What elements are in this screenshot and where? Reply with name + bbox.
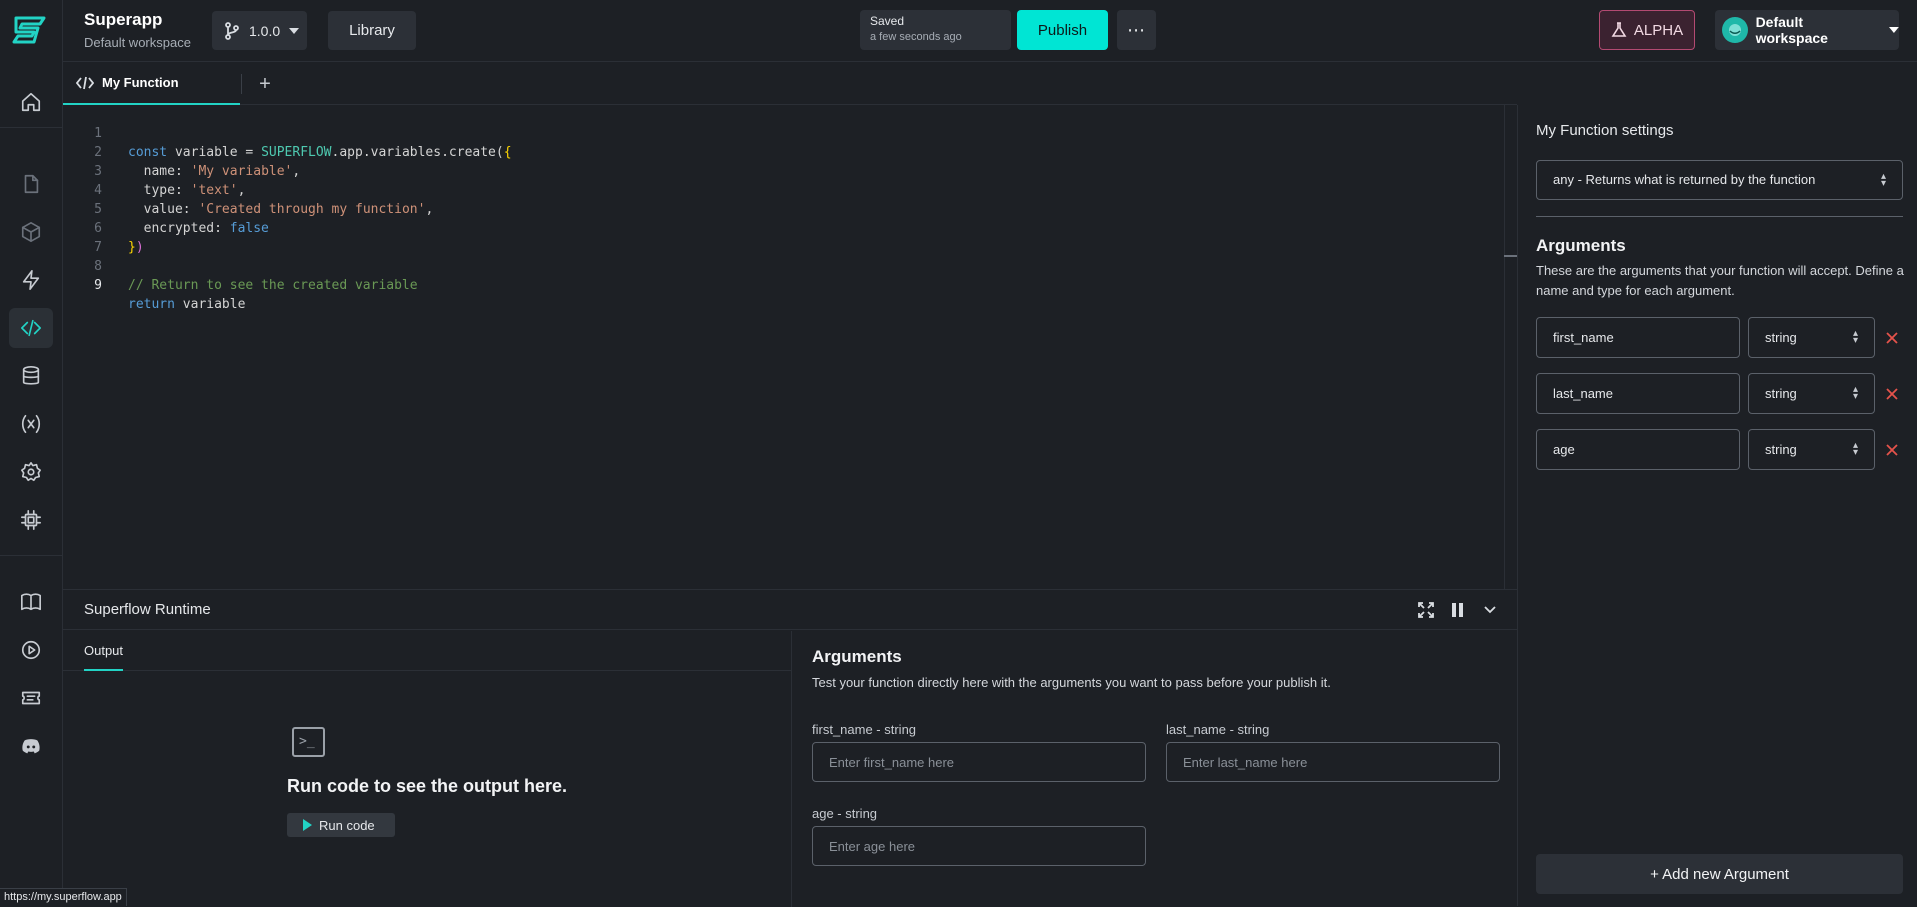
version-dropdown[interactable]: 1.0.0 [212, 11, 307, 50]
settings-title: My Function settings [1536, 122, 1674, 139]
workspace-avatar [1722, 17, 1748, 43]
code-line: 8 // Return to see the created variable [94, 259, 418, 293]
arguments-title: Arguments [1536, 236, 1626, 255]
chevron-down-icon[interactable] [1480, 600, 1500, 620]
version-label: 1.0.0 [249, 22, 281, 39]
function-settings-panel: My Function settings any - Returns what … [1517, 105, 1917, 906]
play-circle-icon[interactable] [9, 630, 53, 670]
flask-icon [1611, 22, 1627, 37]
alpha-badge-button[interactable]: ALPHA [1599, 10, 1695, 50]
argument-type-select[interactable]: string ▴ ▾ [1748, 317, 1875, 358]
argument-type-select[interactable]: string ▴ ▾ [1748, 429, 1875, 470]
code-line: 9 return variable [94, 278, 246, 312]
file-icon[interactable] [9, 164, 53, 204]
first-name-field-label: first_name - string [812, 722, 917, 737]
first-name-field[interactable] [812, 742, 1146, 782]
arguments-description: These are the arguments that your functi… [1536, 263, 1904, 298]
app-name: Superapp [84, 10, 163, 29]
tab-label: My Function [102, 75, 179, 90]
lightning-icon[interactable] [9, 260, 53, 300]
left-rail [0, 0, 63, 906]
caret-down-icon [1889, 27, 1899, 33]
book-icon[interactable] [9, 582, 53, 622]
tab-output[interactable]: Output [84, 631, 124, 671]
argument-type-select[interactable]: string ▴ ▾ [1748, 373, 1875, 414]
expand-icon[interactable] [1416, 600, 1436, 620]
last-name-field[interactable] [1166, 742, 1500, 782]
updown-chevron-icon: ▴ ▾ [1852, 328, 1858, 346]
age-field-label: age - string [812, 806, 878, 821]
code-line: 7 [94, 240, 102, 255]
more-options-button[interactable]: ⋯ [1117, 10, 1156, 50]
runtime-title: Superflow Runtime [84, 601, 211, 618]
app-workspace-subtitle: Default workspace [84, 35, 191, 50]
editor-scrollbar[interactable] [1504, 105, 1505, 589]
argument-name-input[interactable]: age [1536, 429, 1740, 470]
add-argument-button[interactable]: + Add new Argument [1536, 854, 1903, 894]
run-code-label: Run code [319, 817, 375, 833]
branch-icon [225, 21, 239, 40]
code-line: 6 }) [94, 221, 144, 255]
argument-type-value: string [1765, 386, 1797, 401]
updown-chevron-icon: ▴ ▾ [1880, 171, 1886, 189]
play-icon [303, 819, 312, 831]
database-icon[interactable] [9, 356, 53, 396]
gear-icon[interactable] [9, 452, 53, 492]
argument-type-value: string [1765, 330, 1797, 345]
code-line: 3 type: 'text', [94, 164, 246, 198]
code-line: 2 name: 'My variable', [94, 145, 301, 179]
output-pane: Output >_ Run code to see the output her… [63, 631, 792, 907]
updown-chevron-icon: ▴ ▾ [1852, 440, 1858, 458]
run-hint-text: Run code to see the output here. [287, 776, 568, 796]
runtime-panel: Superflow Runtime Output >_ Run code to … [63, 589, 1517, 907]
pause-icon[interactable] [1448, 600, 1468, 620]
test-arguments-title: Arguments [812, 647, 902, 666]
last-name-field-label: last_name - string [1166, 722, 1270, 737]
code-line: 4 value: 'Created through my function', [94, 183, 434, 217]
terminal-icon: >_ [292, 727, 325, 757]
save-status: Saved a few seconds ago [860, 10, 1011, 50]
updown-chevron-icon: ▴ ▾ [1852, 384, 1858, 402]
argument-name-input[interactable]: first_name [1536, 317, 1740, 358]
workspace-label: Default workspace [1755, 14, 1828, 46]
code-line: 1 const variable = SUPERFLOW.app.variabl… [94, 126, 512, 160]
editor-tab-bar: My Function + [63, 62, 1517, 105]
argument-name-input[interactable]: last_name [1536, 373, 1740, 414]
run-code-button[interactable]: Run code [287, 813, 395, 837]
library-button[interactable]: Library [328, 11, 416, 50]
delete-argument-icon[interactable] [1884, 386, 1900, 402]
add-tab-button[interactable]: + [253, 72, 277, 96]
code-icon [76, 76, 94, 89]
test-arguments-description: Test your function directly here with th… [812, 675, 1331, 690]
test-arguments-pane: Arguments Test your function directly he… [793, 631, 1517, 907]
publish-button[interactable]: Publish [1017, 10, 1108, 50]
argument-type-value: string [1765, 442, 1797, 457]
code-editor[interactable]: 1 const variable = SUPERFLOW.app.variabl… [63, 105, 1504, 589]
runtime-header: Superflow Runtime [63, 590, 1517, 630]
cube-icon[interactable] [9, 212, 53, 252]
save-status-title: Saved [870, 14, 905, 28]
return-type-select[interactable]: any - Returns what is returned by the fu… [1536, 160, 1903, 200]
superflow-logo-icon[interactable] [8, 10, 52, 50]
code-icon[interactable] [9, 308, 53, 348]
return-type-value: any - Returns what is returned by the fu… [1553, 172, 1816, 187]
variable-icon[interactable] [9, 404, 53, 444]
editor-scroll-marker [1504, 255, 1517, 257]
age-field[interactable] [812, 826, 1146, 866]
save-status-time: a few seconds ago [870, 31, 962, 43]
top-bar: Superapp Default workspace 1.0.0 Library… [63, 0, 1917, 62]
discord-icon[interactable] [9, 726, 53, 766]
caret-down-icon [289, 27, 300, 34]
code-line: 5 encrypted: false [94, 202, 269, 236]
ticket-icon[interactable] [9, 678, 53, 718]
tab-my-function[interactable]: My Function [63, 62, 240, 105]
delete-argument-icon[interactable] [1884, 442, 1900, 458]
workspace-dropdown[interactable]: Default workspace [1715, 10, 1899, 50]
status-url: https://my.superflow.app [0, 888, 127, 906]
chip-icon[interactable] [9, 500, 53, 540]
alpha-label: ALPHA [1633, 21, 1684, 39]
home-icon[interactable] [9, 82, 53, 122]
delete-argument-icon[interactable] [1884, 330, 1900, 346]
